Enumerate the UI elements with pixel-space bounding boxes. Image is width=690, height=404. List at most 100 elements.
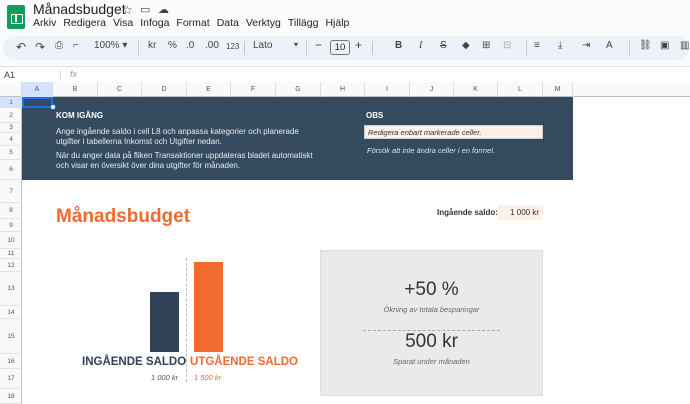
savings-summary-box [320, 250, 543, 396]
row-header[interactable]: 14 [0, 306, 22, 319]
menu-item[interactable]: Redigera [63, 17, 106, 29]
cloud-status-icon[interactable]: ☁ [158, 3, 169, 16]
column-header[interactable]: B [53, 82, 98, 97]
currency-format-button[interactable]: kr [148, 40, 156, 51]
column-headers: A B C D E F G H I J K L M [0, 82, 690, 97]
menu-item[interactable]: Visa [113, 17, 133, 29]
column-header[interactable]: L [498, 82, 543, 97]
document-title[interactable]: Månadsbudget [33, 1, 126, 17]
print-icon[interactable]: ⎙ [55, 40, 63, 51]
undo-icon[interactable]: ↶ [16, 40, 26, 54]
row-header[interactable]: 11 [0, 249, 22, 259]
selected-cell-a1[interactable] [22, 97, 53, 108]
column-header[interactable]: G [276, 82, 321, 97]
row-headers: 1 2 3 4 5 6 7 8 9 10 11 12 13 14 15 16 1… [0, 97, 22, 404]
menu-item[interactable]: Infoga [140, 17, 169, 29]
sheets-logo-icon[interactable] [7, 5, 25, 29]
insert-link-icon[interactable]: ⛓ [639, 40, 652, 51]
number-format-button[interactable]: 123 [226, 42, 239, 51]
row-header[interactable]: 1 [0, 97, 22, 108]
decrease-decimal-button[interactable]: .0 [186, 40, 194, 51]
row-header[interactable]: 9 [0, 219, 22, 232]
formula-bar: A1 fx [0, 66, 690, 82]
menu-item[interactable]: Verktyg [246, 17, 281, 29]
chevron-down-icon[interactable]: ▾ [294, 40, 298, 49]
star-icon[interactable]: ☆ [122, 3, 133, 17]
obs-editable-cell[interactable]: Redigera enbart markerade celler. [364, 125, 543, 139]
opening-balance-label: Ingående saldo: [437, 208, 498, 217]
align-left-icon[interactable]: ≡ [534, 40, 540, 51]
row-header[interactable]: 8 [0, 203, 22, 219]
row-header[interactable]: 17 [0, 369, 22, 389]
row-header[interactable]: 10 [0, 232, 22, 249]
column-header[interactable]: C [98, 82, 142, 97]
menu-item[interactable]: Hjälp [325, 17, 349, 29]
selection-handle[interactable] [50, 104, 56, 110]
font-name: Lato [253, 40, 273, 51]
vertical-align-icon[interactable]: ⤓ [558, 40, 562, 51]
merge-cells-icon[interactable]: ⊟ [503, 40, 511, 51]
row-header[interactable]: 6 [0, 160, 22, 180]
move-folder-icon[interactable]: ▭ [140, 3, 150, 16]
font-select[interactable]: Lato [253, 40, 272, 51]
column-header[interactable]: J [410, 82, 454, 97]
bold-button[interactable]: B [395, 40, 402, 51]
column-header[interactable]: M [543, 82, 573, 97]
zoom-select[interactable]: 100% ▾ [94, 40, 127, 51]
toolbar-divider [306, 41, 307, 55]
formula-divider [60, 69, 61, 80]
toolbar-divider [629, 41, 630, 55]
column-header[interactable]: H [321, 82, 365, 97]
row-header[interactable]: 15 [0, 319, 22, 354]
column-header[interactable]: D [142, 82, 187, 97]
name-box[interactable]: A1 [4, 70, 15, 80]
menu-item[interactable]: Arkiv [33, 17, 56, 29]
opening-balance-cell[interactable]: 1 000 kr [498, 205, 543, 220]
obs-note: Försök att inte ändra celler i en formel… [367, 146, 495, 155]
column-header[interactable]: E [187, 82, 231, 97]
fill-color-icon[interactable]: ◆ [462, 40, 470, 51]
plus-icon[interactable]: + [355, 38, 362, 52]
row-header[interactable]: 7 [0, 180, 22, 203]
paint-format-icon[interactable]: ⌐ [73, 40, 79, 51]
row-header[interactable]: 12 [0, 259, 22, 272]
column-header[interactable]: I [365, 82, 410, 97]
redo-icon[interactable]: ↷ [35, 40, 45, 54]
increase-decimal-button[interactable]: .00 [205, 40, 219, 51]
percent-format-button[interactable]: % [168, 40, 177, 51]
strikethrough-button[interactable]: S [440, 40, 447, 51]
bar-opening-balance [150, 292, 179, 352]
row-header[interactable]: 5 [0, 146, 22, 160]
menu-item[interactable]: Tillägg [288, 17, 319, 29]
select-all-corner[interactable] [0, 82, 22, 97]
menu-item[interactable]: Data [217, 17, 239, 29]
row-header[interactable]: 3 [0, 123, 22, 133]
borders-icon[interactable]: ⊞ [482, 40, 490, 51]
font-size-input[interactable]: 10 [330, 40, 350, 55]
menu-item[interactable]: Format [176, 17, 209, 29]
row-header[interactable]: 2 [0, 108, 22, 123]
column-header[interactable]: K [454, 82, 498, 97]
italic-button[interactable]: I [419, 40, 422, 51]
toolbar-divider [372, 41, 373, 55]
row-header[interactable]: 18 [0, 389, 22, 404]
insert-chart-icon[interactable]: ▥ [680, 40, 689, 51]
bar-closing-balance [194, 262, 223, 352]
row-header[interactable]: 13 [0, 272, 22, 306]
budget-title: Månadsbudget [56, 206, 191, 227]
fx-icon: fx [70, 69, 78, 79]
text-rotate-icon[interactable]: A [606, 40, 613, 51]
column-header[interactable]: A [22, 82, 53, 97]
menu-bar: Arkiv Redigera Visa Infoga Format Data V… [33, 17, 356, 29]
column-header[interactable]: F [231, 82, 276, 97]
row-header[interactable]: 4 [0, 133, 22, 146]
minus-icon[interactable]: − [315, 38, 322, 52]
banner-text: När du anger data på fliken Transaktione… [56, 151, 313, 160]
bar-value-closing: 1 500 kr [194, 373, 222, 382]
toolbar-divider [244, 41, 245, 55]
row-header[interactable]: 16 [0, 354, 22, 369]
insert-comment-icon[interactable]: ▣ [660, 40, 669, 51]
bar-value-opening: 1 000 kr [151, 373, 179, 382]
text-wrap-icon[interactable]: ⇥ [582, 40, 590, 51]
toolbar-divider [138, 41, 139, 55]
